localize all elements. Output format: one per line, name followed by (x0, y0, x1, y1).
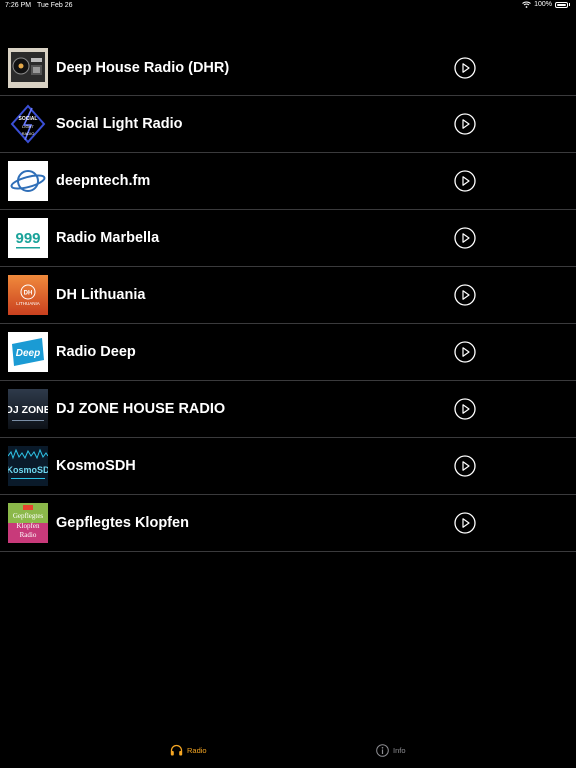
gepflegtes-klopfen-logo: Gepflegtes Klopfen Radio (8, 503, 48, 543)
play-icon[interactable] (454, 113, 476, 135)
dj-zone-logo: DJ ZONE (8, 389, 48, 429)
station-row[interactable]: Deep Radio Deep (0, 324, 576, 381)
status-date: Tue Feb 26 (37, 2, 73, 9)
play-icon[interactable] (454, 56, 476, 79)
station-name: DJ ZONE HOUSE RADIO (56, 401, 226, 417)
play-icon[interactable] (454, 170, 476, 192)
station-name: Deep House Radio (DHR) (56, 59, 230, 76)
deepntech-logo (8, 161, 48, 201)
svg-text:Deep: Deep (16, 348, 40, 359)
battery-icon (555, 1, 568, 8)
tab-radio-label: Radio (187, 745, 207, 755)
svg-text:999: 999 (15, 230, 40, 247)
station-name: KosmoSDH (56, 458, 136, 474)
headphones-icon (170, 744, 183, 756)
svg-text:SOCIAL: SOCIAL (19, 116, 38, 122)
play-icon[interactable] (454, 284, 476, 306)
play-icon[interactable] (454, 341, 476, 363)
status-time: 7:26 PM (5, 2, 32, 9)
play-icon[interactable] (454, 512, 476, 534)
radio-marbella-logo: 999 (8, 218, 48, 258)
station-row[interactable]: DJ ZONE DJ ZONE HOUSE RADIO (0, 381, 576, 438)
svg-text:Klopfen: Klopfen (17, 522, 40, 530)
social-light-logo: SOCIAL LIGHT RADIO (8, 104, 48, 144)
station-row[interactable]: Deep House Radio (DHR) (0, 40, 576, 96)
svg-text:RADIO: RADIO (22, 131, 35, 136)
tab-radio[interactable]: Radio (170, 744, 207, 756)
svg-text:LITHUANIA: LITHUANIA (16, 301, 40, 306)
tab-info[interactable]: Info (376, 744, 406, 757)
svg-text:Gepflegtes: Gepflegtes (13, 512, 44, 520)
station-row[interactable]: Gepflegtes Klopfen Radio Gepflegtes Klop… (0, 495, 576, 552)
play-icon[interactable] (454, 398, 476, 420)
station-row[interactable]: KosmoSD KosmoSDH (0, 438, 576, 495)
station-row[interactable]: SOCIAL LIGHT RADIO Social Light Radio (0, 96, 576, 153)
tab-bar: Radio Info (0, 738, 576, 768)
info-icon (376, 744, 389, 757)
station-name: Social Light Radio (56, 116, 183, 132)
radio-deep-logo: Deep (8, 332, 48, 372)
battery-percent: 100% (534, 1, 552, 8)
station-row[interactable]: 999 Radio Marbella (0, 210, 576, 267)
svg-text:LIGHT: LIGHT (22, 124, 34, 129)
station-name: Radio Deep (56, 344, 136, 360)
wifi-icon (522, 1, 531, 8)
kosmosdh-logo: KosmoSD (8, 446, 48, 486)
svg-text:DJ ZONE: DJ ZONE (8, 404, 48, 416)
svg-text:Radio: Radio (20, 531, 37, 539)
play-icon[interactable] (454, 455, 476, 477)
station-row[interactable]: DH LITHUANIA DH Lithuania (0, 267, 576, 324)
station-row[interactable]: deepntech.fm (0, 153, 576, 210)
svg-text:KosmoSD: KosmoSD (8, 465, 48, 475)
station-name: DH Lithuania (56, 287, 146, 303)
status-right: 100% (522, 1, 570, 8)
station-list: Deep House Radio (DHR) SOCIAL LIGHT RADI… (0, 40, 576, 552)
station-name: Gepflegtes Klopfen (56, 515, 189, 531)
station-name: deepntech.fm (56, 173, 151, 189)
dhr-logo (8, 48, 48, 88)
svg-text:DH: DH (24, 291, 33, 297)
dh-lithuania-logo: DH LITHUANIA (8, 275, 48, 315)
station-name: Radio Marbella (56, 230, 160, 246)
status-bar: 7:26 PM Tue Feb 26 100% (0, 0, 576, 12)
play-icon[interactable] (454, 227, 476, 249)
tab-info-label: Info (393, 746, 406, 755)
